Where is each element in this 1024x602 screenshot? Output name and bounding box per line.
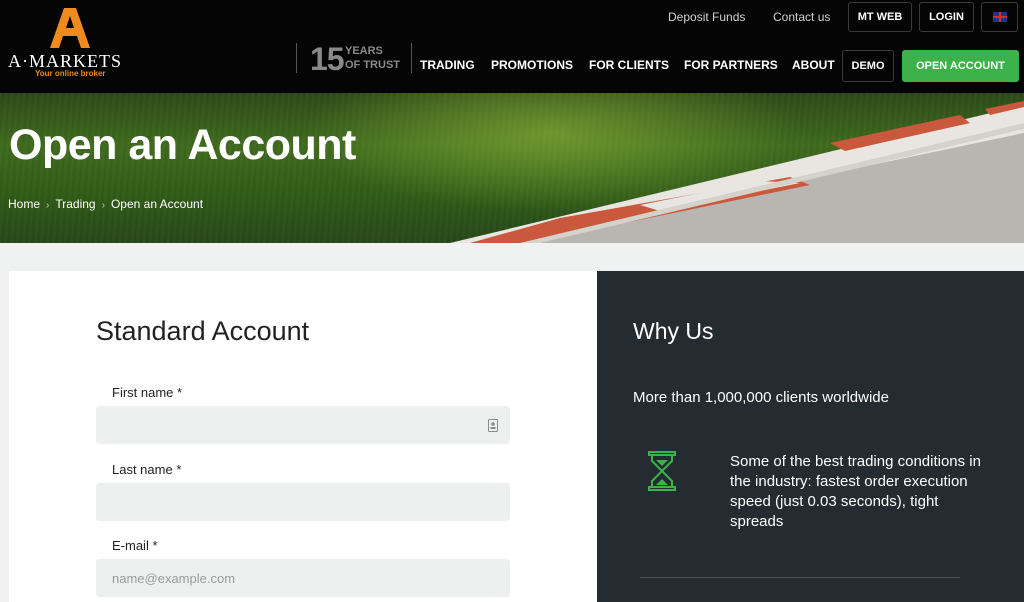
contact-card-icon [488,419,498,432]
first-name-field[interactable] [96,406,510,444]
why-us-title: Why Us [633,318,714,344]
nav-promotions[interactable]: PROMOTIONS [491,58,573,72]
breadcrumb-separator: › [101,200,105,211]
nav-about[interactable]: ABOUT [792,58,835,72]
logo-tagline: Your online broker [35,69,106,78]
why-us-divider [640,577,960,578]
demo-button[interactable]: DEMO [842,50,894,82]
last-name-input[interactable] [96,483,510,521]
open-account-button[interactable]: OPEN ACCOUNT [902,50,1019,82]
language-selector[interactable] [981,2,1018,32]
trust-line-years: YEARS [345,45,383,57]
uk-flag-icon [992,12,1007,22]
page-title: Open an Account [9,121,356,169]
deposit-funds-link[interactable]: Deposit Funds [668,10,745,24]
years-of-trust-badge: 15 YEARS OF TRUST [296,41,412,77]
why-us-feature-text: Some of the best trading conditions in t… [730,453,981,530]
first-name-input[interactable] [96,406,510,444]
amarkets-logo[interactable]: A·MARKETS Your online broker [8,6,133,82]
why-us-panel: Why Us More than 1,000,000 clients world… [597,271,1024,602]
breadcrumb-home[interactable]: Home [8,197,40,211]
email-label: E-mail * [112,538,158,553]
nav-for-partners[interactable]: FOR PARTNERS [684,58,778,72]
breadcrumb-separator: › [46,200,50,211]
trust-line-of-trust: OF TRUST [345,59,400,71]
breadcrumb-current: Open an Account [110,197,204,211]
form-title: Standard Account [96,316,310,346]
logo-a-mark-icon [50,8,90,48]
login-button[interactable]: LOGIN [919,2,974,32]
email-input[interactable] [96,559,510,597]
first-name-label: First name * [112,385,183,400]
contact-us-link[interactable]: Contact us [773,10,830,24]
email-field[interactable] [96,559,510,597]
mt-web-button[interactable]: MT WEB [848,2,912,32]
last-name-field[interactable] [96,483,510,521]
nav-for-clients[interactable]: FOR CLIENTS [589,58,669,72]
account-form-panel: Standard Account First name * Last name … [9,271,597,602]
hero-banner: Open an Account Home › Trading › Open an Acc… [0,93,1024,243]
hourglass-icon [648,451,676,491]
breadcrumb: Home › Trading › Open an Account [8,197,203,211]
trust-years-number: 15 [310,41,345,77]
nav-trading[interactable]: TRADING [420,58,475,72]
site-header: A·MARKETS Your online broker Deposit Fun… [0,0,1024,93]
last-name-label: Last name * [112,462,182,477]
why-us-clients-stat: More than 1,000,000 clients worldwide [633,389,889,406]
breadcrumb-trading[interactable]: Trading [55,197,95,211]
